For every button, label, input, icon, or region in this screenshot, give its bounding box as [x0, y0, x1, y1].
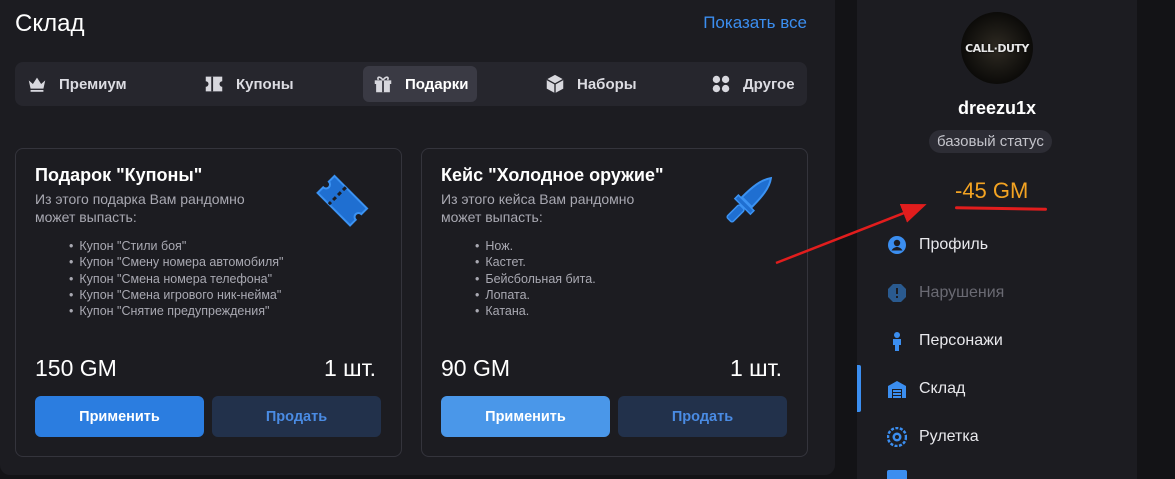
- knife-icon: [716, 167, 782, 233]
- tab-sets[interactable]: Наборы: [535, 66, 645, 102]
- card-price: 150 GM: [35, 355, 117, 381]
- sidebar-item-label: Профиль: [919, 236, 989, 253]
- sidebar-item-profile[interactable]: Профиль: [887, 230, 988, 260]
- list-item: Купон "Смена игрового ник-нейма": [79, 287, 283, 303]
- tab-label: Премиум: [59, 75, 127, 93]
- card-quantity: 1 шт.: [323, 355, 376, 381]
- list-item: Купон "Стили боя": [79, 238, 283, 254]
- alert-octagon-icon: [887, 283, 907, 303]
- card-drop-list: Нож. Кастет. Бейсбольная бита. Лопата. К…: [485, 238, 596, 319]
- tab-label: Купоны: [236, 75, 294, 93]
- tab-other[interactable]: Другое: [701, 66, 803, 102]
- sidebar-item-characters[interactable]: Персонажи: [887, 326, 1003, 356]
- avatar-logo: CALL·DUTY: [965, 41, 1029, 55]
- box-icon: [543, 73, 567, 95]
- balance-value: -45 GM: [955, 178, 1029, 203]
- person-icon: [887, 331, 907, 351]
- sidebar-item-label: Персонажи: [919, 332, 1003, 349]
- card-description: Из этого подарка Вам рандомно может выпа…: [35, 191, 245, 225]
- list-item: Лопата.: [485, 287, 596, 303]
- warehouse-icon: [887, 379, 907, 399]
- roulette-icon: [887, 427, 907, 447]
- list-item: Катана.: [485, 303, 596, 319]
- card-description: Из этого кейса Вам рандомно может выпаст…: [441, 191, 635, 225]
- sidebar-item-warehouse[interactable]: Склад: [887, 374, 965, 404]
- active-indicator: [857, 365, 861, 412]
- list-item: Купон "Смену номера автомобиля": [79, 254, 283, 270]
- sidebar-item-label: Склад: [919, 380, 966, 397]
- list-item: Бейсбольная бита.: [485, 271, 595, 287]
- ticket-icon: [310, 167, 376, 233]
- crown-icon: [25, 73, 49, 95]
- page-title: Склад: [15, 10, 85, 37]
- tab-coupons[interactable]: Купоны: [194, 66, 302, 102]
- card-title: Подарок "Купоны": [35, 165, 203, 185]
- username: dreezu1x: [957, 98, 1037, 118]
- list-item: Купон "Снятие предупреждения": [79, 303, 283, 319]
- tab-gifts[interactable]: Подарки: [363, 66, 477, 102]
- apply-button[interactable]: Применить: [35, 396, 204, 437]
- list-item: Нож.: [485, 238, 596, 254]
- show-all-link[interactable]: Показать все: [703, 13, 807, 33]
- avatar[interactable]: CALL·DUTY: [961, 12, 1033, 84]
- sidebar-item-roulette[interactable]: Рулетка: [887, 422, 979, 452]
- apply-button[interactable]: Применить: [441, 396, 610, 437]
- tab-label: Наборы: [577, 75, 637, 93]
- sidebar-item-label: Нарушения: [919, 284, 1005, 301]
- category-tabs: Премиум Купоны Подарки Наборы Другое: [15, 62, 807, 106]
- status-badge: базовый статус: [929, 130, 1052, 153]
- sidebar-item-label: Рулетка: [919, 428, 979, 445]
- item-card-cold-weapon-case: Кейс "Холодное оружие" Из этого кейса Ва…: [421, 148, 808, 457]
- card-drop-list: Купон "Стили боя" Купон "Смену номера ав…: [79, 238, 283, 319]
- item-card-coupons-gift: Подарок "Купоны" Из этого подарка Вам ра…: [15, 148, 402, 457]
- sidebar-item-partial: [887, 470, 907, 479]
- card-title: Кейс "Холодное оружие": [441, 165, 664, 185]
- sidebar-item-violations[interactable]: Нарушения: [887, 278, 1004, 308]
- sell-button[interactable]: Продать: [212, 396, 381, 437]
- sell-button[interactable]: Продать: [618, 396, 787, 437]
- list-item: Кастет.: [485, 254, 596, 270]
- dots-icon: [709, 73, 733, 95]
- card-quantity: 1 шт.: [729, 355, 782, 381]
- list-item: Купон "Смена номера телефона": [79, 271, 283, 287]
- user-circle-icon: [887, 235, 907, 255]
- tab-premium[interactable]: Премиум: [17, 66, 135, 102]
- tab-label: Другое: [743, 75, 795, 93]
- tab-label: Подарки: [405, 75, 469, 93]
- ticket-icon: [202, 73, 226, 95]
- gift-icon: [371, 73, 395, 95]
- card-price: 90 GM: [441, 355, 511, 381]
